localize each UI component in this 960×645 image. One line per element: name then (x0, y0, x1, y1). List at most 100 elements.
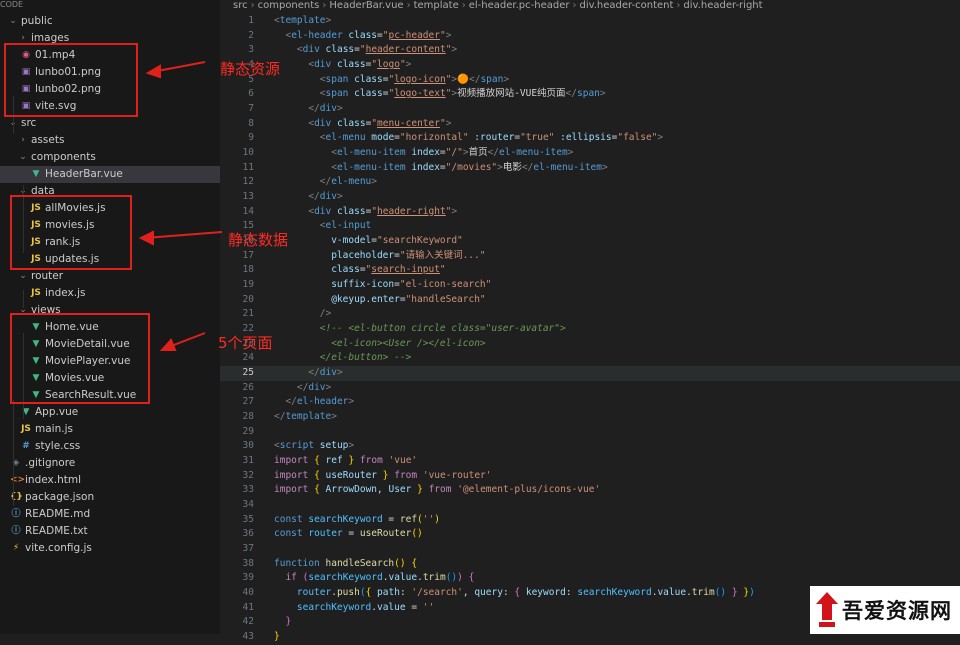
static-data-highlight-box (10, 195, 132, 270)
code-line[interactable]: </el-header> (274, 395, 354, 410)
code-line[interactable]: searchKeyword.value = '' (274, 601, 434, 616)
code-line[interactable]: if (searchKeyword.value.trim()) { (274, 571, 474, 586)
code-line[interactable]: v-model="searchKeyword" (274, 234, 463, 249)
code-token: 首页 (468, 147, 488, 159)
code-line[interactable]: import { ref } from 'vue' (274, 454, 417, 469)
folder-components[interactable]: ⌄ components (0, 149, 220, 166)
code-line[interactable]: <span class="logo-icon">🟠</span> (274, 73, 509, 88)
breadcrumb-item[interactable]: components (258, 0, 320, 11)
code-line[interactable]: } (274, 615, 291, 630)
file-index-html[interactable]: <> index.html (0, 472, 220, 489)
folder-assets[interactable]: › assets (0, 132, 220, 149)
code-line[interactable]: suffix-icon="el-icon-search" (274, 278, 491, 293)
code-token: useRouter (359, 528, 412, 540)
code-line[interactable]: <div class="menu-center"> (274, 117, 451, 132)
breadcrumb-item[interactable]: HeaderBar.vue (329, 0, 403, 11)
code-token: 🟠 (457, 73, 469, 85)
breadcrumb-item[interactable]: div.header-content (579, 0, 673, 11)
code-token: header-right (377, 205, 446, 217)
code-token: value (388, 572, 418, 584)
tree-item-label: README.txt (25, 525, 88, 537)
code-line[interactable]: @keyup.enter="handleSearch" (274, 293, 485, 308)
code-line[interactable]: <div class="header-right"> (274, 205, 457, 220)
code-line[interactable]: <el-icon><User /></el-icon> (274, 337, 485, 352)
code-line[interactable]: </el-button> --> (274, 351, 412, 366)
code-line[interactable]: import { useRouter } from 'vue-router' (274, 469, 491, 484)
folder-router[interactable]: ⌄ router (0, 268, 220, 285)
code-line[interactable]: <span class="logo-text">视频播放网站-VUE纯页面</s… (274, 87, 606, 102)
breadcrumb-item[interactable]: template (414, 0, 459, 11)
breadcrumb-item[interactable]: el-header.pc-header (469, 0, 570, 11)
code-line[interactable]: </div> (274, 366, 342, 381)
code-token: div (302, 44, 320, 56)
code-line[interactable]: <div class="header-content"> (274, 43, 457, 58)
file-vite-config-js[interactable]: ⚡ vite.config.js (0, 540, 220, 557)
tree-item-label: router (31, 270, 64, 282)
code-token: logo-text (394, 88, 446, 100)
code-line[interactable]: /> (274, 307, 331, 322)
file--gitignore[interactable]: ◈ .gitignore (0, 455, 220, 472)
file-readme-txt[interactable]: ⓘ README.txt (0, 523, 220, 540)
code-token: setup (319, 440, 349, 452)
code-line[interactable]: placeholder="请输入关键词..." (274, 249, 485, 264)
line-number: 28 (242, 411, 254, 423)
code-line[interactable]: </div> (274, 190, 342, 205)
code-line[interactable]: <div class="logo"> (274, 58, 411, 73)
code-line[interactable]: <el-header class="pc-header"> (274, 29, 451, 44)
chevron-down-icon[interactable]: ⌄ (8, 13, 18, 30)
code-line[interactable]: <el-input (274, 219, 372, 234)
file-readme-md[interactable]: ⓘ README.md (0, 506, 220, 523)
code-token: const (274, 528, 303, 540)
code-line[interactable]: class="search-input" (274, 263, 445, 278)
chevron-right-icon[interactable]: › (18, 132, 28, 149)
code-line[interactable]: function handleSearch() { (274, 557, 417, 572)
code-line[interactable]: </div> (274, 381, 331, 396)
code-token: { (411, 557, 418, 569)
code-line[interactable]: const searchKeyword = ref('') (274, 513, 440, 528)
code-line[interactable]: <template> (274, 14, 331, 29)
file-headerbar-vue[interactable]: ▼ HeaderBar.vue (0, 166, 220, 183)
chevron-down-icon[interactable]: ⌄ (18, 149, 28, 166)
code-token: { (468, 572, 475, 584)
code-line[interactable]: <el-menu-item index="/">首页</el-menu-item… (274, 146, 573, 161)
file-style-css[interactable]: # style.css (0, 438, 220, 455)
code-line[interactable]: <el-menu mode="horizontal" :router="true… (274, 131, 663, 146)
file-package-json[interactable]: {} package.json (0, 489, 220, 506)
line-number: 13 (242, 191, 254, 203)
code-token: ref (399, 513, 418, 525)
code-line[interactable]: </template> (274, 410, 337, 425)
code-token: = (405, 601, 423, 613)
line-number: 11 (242, 161, 254, 173)
code-line[interactable]: const router = useRouter() (274, 527, 423, 542)
chevron-down-icon[interactable]: ⌄ (18, 268, 28, 285)
code-token: div (314, 205, 332, 217)
file-index-js[interactable]: JS index.js (0, 285, 220, 302)
code-token: class (354, 73, 383, 85)
folder-src[interactable]: ⌄src (0, 115, 220, 132)
code-line[interactable]: </div> (274, 102, 342, 117)
breadcrumb-item[interactable]: src (233, 0, 248, 11)
code-line[interactable]: <script setup> (274, 439, 354, 454)
code-line[interactable]: } (274, 630, 280, 645)
folder-public[interactable]: ⌄ public (0, 13, 220, 30)
code-token: = (342, 528, 360, 540)
code-token: </ (285, 396, 297, 408)
file-app-vue[interactable]: ▼ App.vue (0, 404, 220, 421)
code-token: const (274, 513, 303, 525)
breadcrumb-item[interactable]: div.header-right (683, 0, 762, 11)
code-line[interactable]: import { ArrowDown, User } from '@elemen… (274, 483, 600, 498)
code-line[interactable]: router.push({ path: '/search', query: { … (274, 586, 755, 601)
code-line[interactable]: <!-- <el-button circle class="user-avata… (274, 322, 566, 337)
file-main-js[interactable]: JS main.js (0, 421, 220, 438)
code-line[interactable]: <el-menu-item index="/movies">电影</el-men… (274, 161, 608, 176)
code-editor[interactable]: 1 <template> 2 <el-header class="pc-header… (220, 12, 960, 642)
code-token: div (319, 103, 337, 115)
code-line[interactable]: </el-menu> (274, 175, 377, 190)
code-token: > (405, 59, 412, 70)
code-token: > (445, 117, 452, 129)
code-token: } (274, 631, 280, 643)
